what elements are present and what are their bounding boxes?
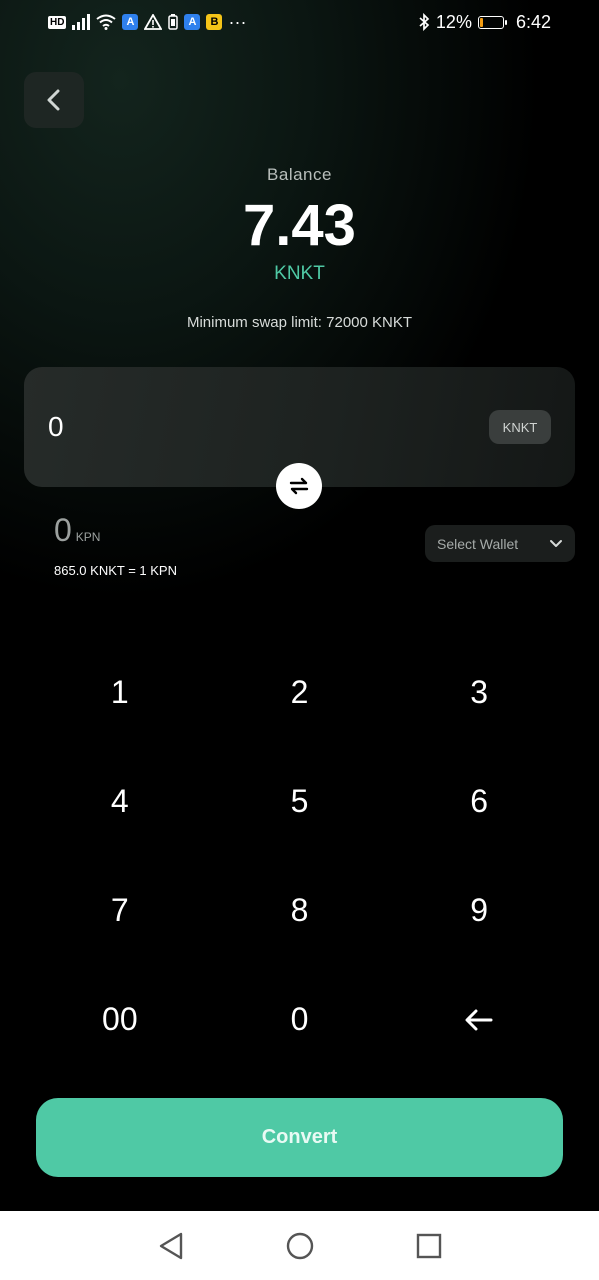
convert-button[interactable]: Convert (36, 1098, 563, 1177)
select-wallet-dropdown[interactable]: Select Wallet (425, 525, 575, 562)
output-amount: 0 KPN (54, 512, 100, 549)
signal-icon (72, 14, 91, 30)
key-7[interactable]: 7 (30, 856, 210, 965)
balance-value: 7.43 (243, 193, 356, 258)
app-icon: A (122, 14, 139, 30)
swap-arrows-icon (289, 477, 309, 495)
key-0[interactable]: 0 (210, 965, 390, 1074)
key-1[interactable]: 1 (30, 638, 210, 747)
input-amount[interactable]: 0 (48, 411, 64, 443)
system-navigation-bar (0, 1211, 599, 1280)
back-button[interactable] (24, 72, 84, 128)
key-9[interactable]: 9 (389, 856, 569, 965)
minimum-swap-limit: Minimum swap limit: 72000 KNKT (186, 314, 413, 331)
output-amount-unit: KPN (75, 530, 101, 544)
battery-icon (477, 15, 507, 29)
hd-icon: HD (48, 15, 67, 29)
status-bar-right: 12% 6:42 (418, 12, 551, 33)
key-6[interactable]: 6 (389, 747, 569, 856)
key-5[interactable]: 5 (210, 747, 390, 856)
select-wallet-label: Select Wallet (437, 535, 519, 552)
status-bar: HD A A B ··· 12% 6:42 (0, 0, 599, 44)
output-amount-value: 0 (54, 512, 72, 548)
swap-direction-button[interactable] (276, 463, 322, 509)
key-4[interactable]: 4 (30, 747, 210, 856)
chevron-down-icon (550, 539, 562, 547)
backspace-arrow-icon (465, 1009, 493, 1030)
numeric-keypad: 1 2 3 4 5 6 7 8 9 00 0 (30, 638, 569, 1074)
app-icon: A (184, 14, 201, 30)
wifi-icon (96, 14, 117, 30)
app-icon: B (206, 14, 223, 30)
balance-label: Balance (267, 165, 332, 184)
battery-percent: 12% (435, 11, 472, 32)
exchange-rate: 865.0 KNKT = 1 KPN (54, 563, 177, 578)
nav-home-icon[interactable] (285, 1231, 315, 1261)
key-8[interactable]: 8 (210, 856, 390, 965)
warning-icon (144, 14, 163, 30)
battery-saver-icon (168, 14, 179, 30)
balance-unit: KNKT (274, 263, 325, 284)
input-token-chip[interactable]: KNKT (489, 410, 551, 444)
background-glow (0, 0, 599, 700)
status-bar-left: HD A A B ··· (48, 12, 246, 33)
nav-back-icon[interactable] (157, 1231, 185, 1261)
key-3[interactable]: 3 (389, 638, 569, 747)
key-2[interactable]: 2 (210, 638, 390, 747)
bluetooth-icon (419, 13, 430, 31)
nav-recents-icon[interactable] (415, 1232, 443, 1260)
key-00[interactable]: 00 (30, 965, 210, 1074)
chevron-left-icon (47, 89, 60, 111)
more-notifications-icon: ··· (228, 11, 247, 32)
backspace-key[interactable] (389, 965, 569, 1074)
clock-time: 6:42 (515, 11, 551, 32)
